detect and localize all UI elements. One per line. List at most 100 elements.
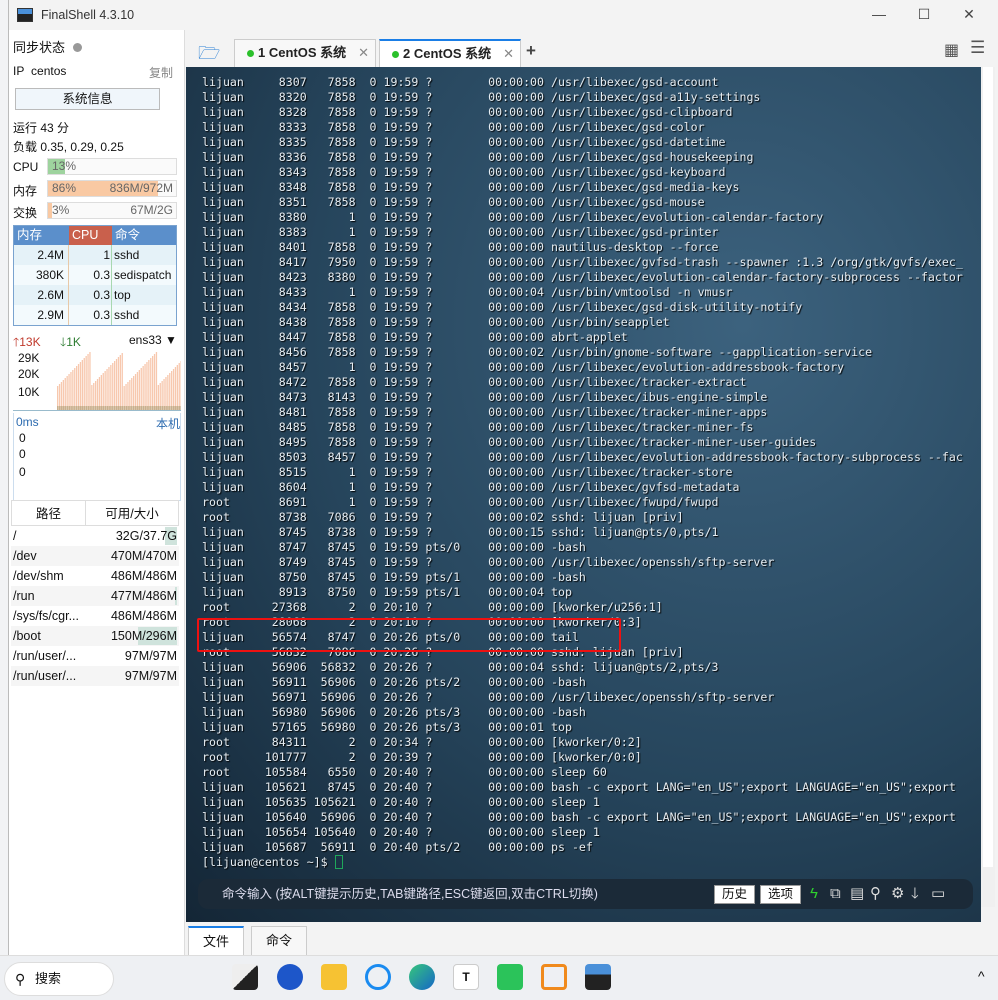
process-row[interactable]: 2.9M 0.3 sshd bbox=[14, 305, 176, 325]
net-bar-down bbox=[127, 406, 129, 410]
disk-row[interactable]: /sys/fs/cgr... 486M/486M bbox=[11, 606, 179, 626]
paste-icon[interactable]: ▤ bbox=[850, 879, 864, 909]
chevron-up-icon[interactable]: ^ bbox=[978, 968, 985, 984]
disk-row[interactable]: /dev 470M/470M bbox=[11, 546, 179, 566]
tab-files[interactable]: 文件 bbox=[188, 926, 245, 955]
close-button[interactable]: ✕ bbox=[959, 6, 979, 23]
lightning-icon[interactable]: ϟ bbox=[810, 879, 818, 909]
add-tab-button[interactable]: + bbox=[526, 41, 536, 61]
col-cpu[interactable]: CPU bbox=[69, 226, 112, 245]
net-bar-down bbox=[72, 406, 74, 410]
disk-row[interactable]: /boot 150M/296M bbox=[11, 626, 179, 646]
proc-cpu: 0.3 bbox=[69, 265, 112, 285]
net-bar-down bbox=[102, 406, 105, 410]
col-mem[interactable]: 内存 bbox=[14, 226, 69, 245]
disk-size: 486M/486M bbox=[110, 609, 177, 623]
col-path[interactable]: 路径 bbox=[12, 501, 86, 525]
disk-row[interactable]: /run/user/... 97M/97M bbox=[11, 666, 179, 686]
net-bar bbox=[169, 373, 171, 410]
process-line: lijuan 56980 56906 0 20:26 pts/3 00:00:0… bbox=[202, 705, 586, 719]
taskbar-search[interactable]: ⚲ 搜索 bbox=[4, 962, 114, 996]
col-command[interactable]: 命令 bbox=[112, 226, 176, 245]
chat-app-icon[interactable] bbox=[365, 964, 391, 990]
net-bar-down bbox=[83, 406, 86, 410]
maximize-button[interactable]: ☐ bbox=[914, 6, 934, 23]
typora-icon[interactable]: T bbox=[453, 964, 479, 990]
tab-session-1[interactable]: 1 CentOS 系统 ✕ bbox=[234, 39, 376, 67]
net-bar-down bbox=[146, 406, 148, 410]
net-bar-down bbox=[58, 406, 61, 410]
process-line: lijuan 56971 56906 0 20:26 ? 00:00:00 /u… bbox=[202, 690, 775, 704]
gear-icon[interactable]: ⚙ bbox=[891, 879, 904, 909]
latency-tick: 0 bbox=[19, 447, 26, 461]
disk-row[interactable]: / 32G/37.7G bbox=[11, 526, 179, 546]
browser-app-icon[interactable] bbox=[277, 964, 303, 990]
process-row[interactable]: 2.4M 1 sshd bbox=[14, 245, 176, 265]
proc-mem: 2.4M bbox=[14, 245, 69, 265]
process-line: lijuan 8328 7858 0 19:59 ? 00:00:00 /usr… bbox=[202, 105, 733, 119]
terminal-scrollbar[interactable] bbox=[981, 67, 995, 907]
copy-button[interactable]: 复制 bbox=[149, 64, 173, 81]
col-size[interactable]: 可用/大小 bbox=[86, 501, 178, 525]
close-tab-icon[interactable]: ✕ bbox=[358, 40, 369, 66]
net-bar-down bbox=[81, 406, 84, 410]
terminal[interactable]: lijuan 8307 7858 0 19:59 ? 00:00:00 /usr… bbox=[186, 67, 981, 922]
net-bar-down bbox=[152, 406, 154, 410]
options-button[interactable]: 选项 bbox=[760, 885, 802, 904]
disk-row[interactable]: /run/user/... 97M/97M bbox=[11, 646, 179, 666]
window-icon[interactable]: ▭ bbox=[931, 879, 945, 909]
process-line: lijuan 8457 1 0 19:59 ? 00:00:00 /usr/li… bbox=[202, 360, 845, 374]
latency-tick: 0 bbox=[19, 431, 26, 445]
net-bar-down bbox=[87, 406, 89, 410]
swap-detail: 67M/2G bbox=[130, 203, 173, 217]
file-explorer-icon[interactable] bbox=[321, 964, 347, 990]
net-bar-down bbox=[108, 406, 110, 410]
process-line: lijuan 57165 56980 0 20:26 pts/3 00:00:0… bbox=[202, 720, 572, 734]
process-line: lijuan 8343 7858 0 19:59 ? 00:00:00 /usr… bbox=[202, 165, 726, 179]
session-tabs: 🗁 1 CentOS 系统 ✕ 2 CentOS 系统 ✕ + ▦ ☰ bbox=[186, 35, 998, 67]
load-average: 负载 0.35, 0.29, 0.25 bbox=[13, 140, 124, 154]
interface-select[interactable]: ens33 ▼ bbox=[129, 333, 177, 347]
search-icon[interactable]: ⚲ bbox=[870, 879, 881, 909]
uptime: 运行 43 分 bbox=[13, 121, 70, 135]
net-bar bbox=[138, 370, 140, 410]
title-bar: FinalShell 4.3.10 — ☐ ✕ bbox=[9, 0, 998, 30]
process-line: lijuan 8472 7858 0 19:59 ? 00:00:00 /usr… bbox=[202, 375, 747, 389]
wechat-icon[interactable] bbox=[497, 964, 523, 990]
download-icon[interactable]: 🡓 bbox=[911, 879, 919, 909]
disk-row[interactable]: /dev/shm 486M/486M bbox=[11, 566, 179, 586]
proc-command: sshd bbox=[114, 308, 140, 322]
close-tab-icon[interactable]: ✕ bbox=[503, 41, 514, 67]
latency-host[interactable]: 本机 bbox=[156, 415, 180, 432]
system-info-button[interactable]: 系统信息 bbox=[15, 88, 160, 110]
minimize-button[interactable]: — bbox=[869, 6, 889, 22]
process-row[interactable]: 2.6M 0.3 top bbox=[14, 285, 176, 305]
net-bar bbox=[144, 364, 146, 410]
finalshell-taskbar-icon[interactable] bbox=[585, 964, 611, 990]
net-bar bbox=[79, 362, 82, 410]
process-line: lijuan 8473 8143 0 19:59 ? 00:00:00 /usr… bbox=[202, 390, 768, 404]
copy-icon[interactable]: ⧉ bbox=[830, 879, 841, 909]
net-bar-down bbox=[153, 406, 156, 410]
vmware-icon[interactable] bbox=[541, 964, 567, 990]
menu-icon[interactable]: ☰ bbox=[970, 38, 985, 58]
grid-view-icon[interactable]: ▦ bbox=[944, 40, 959, 60]
process-line: lijuan 56906 56832 0 20:26 ? 00:00:04 ss… bbox=[202, 660, 719, 674]
history-button[interactable]: 历史 bbox=[714, 885, 756, 904]
net-bar bbox=[81, 360, 83, 410]
command-input[interactable]: 命令输入 (按ALT键提示历史,TAB键路径,ESC键返回,双击CTRL切换) … bbox=[198, 879, 973, 909]
net-bar bbox=[77, 364, 80, 410]
net-bar bbox=[153, 354, 156, 410]
tab-session-2[interactable]: 2 CentOS 系统 ✕ bbox=[379, 39, 521, 67]
task-view-icon[interactable] bbox=[232, 964, 258, 990]
disk-row[interactable]: /run 477M/486M bbox=[11, 586, 179, 606]
process-row[interactable]: 380K 0.3 sedispatch bbox=[14, 265, 176, 285]
tab-commands[interactable]: 命令 bbox=[251, 926, 308, 955]
mem-detail: 836M/972M bbox=[109, 181, 173, 195]
edge-icon[interactable] bbox=[409, 964, 435, 990]
cpu-label: CPU bbox=[13, 160, 39, 174]
proc-mem: 380K bbox=[14, 265, 69, 285]
latency-value: 0ms bbox=[16, 415, 39, 429]
net-bar-down bbox=[57, 406, 59, 410]
shell-prompt[interactable]: [lijuan@centos ~]$ bbox=[202, 855, 963, 870]
